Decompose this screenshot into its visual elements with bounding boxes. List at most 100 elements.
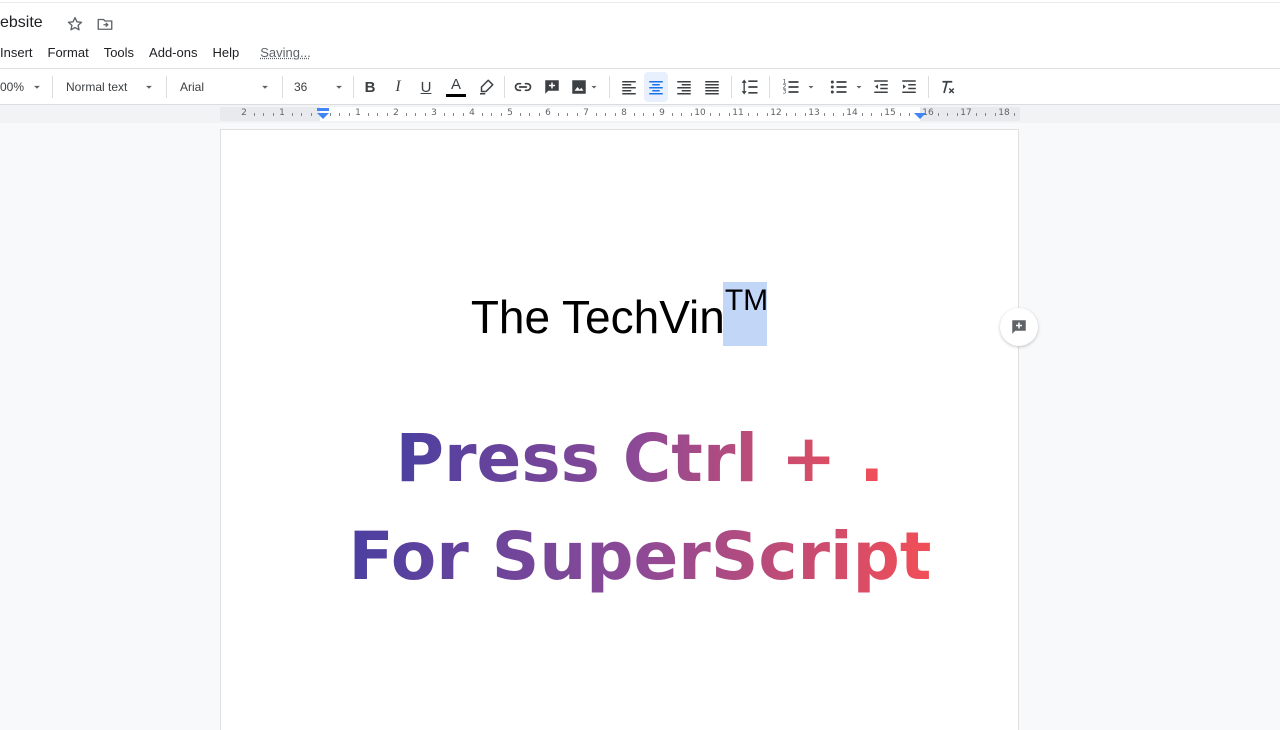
caption-text-1: Press Ctrl + .	[395, 420, 885, 497]
toolbar-separator	[609, 76, 610, 98]
indent-marker-icon[interactable]	[316, 108, 330, 122]
ruler-tick	[899, 113, 901, 116]
ruler-tick	[937, 113, 939, 116]
chevron-down-icon	[856, 86, 862, 89]
bold-button[interactable]: B	[360, 72, 380, 102]
menu-help[interactable]: Help	[212, 45, 239, 60]
ruler-tick	[985, 113, 986, 116]
justify-icon[interactable]	[701, 72, 723, 102]
ruler-tick	[709, 113, 711, 116]
ruler-tick	[272, 113, 274, 116]
ruler-tick	[538, 113, 540, 116]
ruler-left-margin	[220, 107, 320, 121]
saving-status[interactable]: Saving...	[260, 45, 311, 60]
ruler-tick	[681, 113, 682, 116]
ruler-tick	[633, 113, 635, 116]
increase-indent-icon[interactable]	[898, 72, 920, 102]
ruler-tick	[491, 113, 492, 116]
menu-add-ons[interactable]: Add-ons	[149, 45, 197, 60]
star-icon[interactable]	[66, 15, 84, 33]
paragraph-style-value: Normal text	[66, 80, 128, 94]
ruler-tick	[415, 113, 416, 116]
align-center-icon[interactable]	[644, 72, 668, 102]
zoom-value: 00%	[0, 80, 25, 94]
menu-tools[interactable]: Tools	[104, 45, 134, 60]
ruler-tick	[861, 113, 863, 116]
ruler-tick	[310, 113, 312, 116]
line-spacing-icon[interactable]	[738, 72, 762, 102]
right-indent-marker-icon[interactable]	[913, 108, 927, 122]
ruler-number: 8	[621, 108, 627, 118]
link-icon[interactable]	[512, 72, 534, 102]
ruler-tick	[529, 113, 530, 116]
clear-formatting-icon[interactable]	[936, 72, 958, 102]
ruler-tick	[500, 113, 502, 116]
menu-bar: Insert Format Tools Add-ons Help Saving.…	[0, 42, 311, 62]
ruler-tick	[728, 113, 730, 116]
chevron-down-icon	[146, 85, 152, 89]
ruler-number: 6	[545, 108, 551, 118]
toolbar-separator	[928, 76, 929, 98]
ruler-tick	[443, 113, 445, 116]
toolbar-separator	[504, 76, 505, 98]
ruler-tick	[386, 113, 388, 116]
paragraph-style-select[interactable]: Normal text	[60, 72, 166, 102]
ruler-tick	[766, 113, 768, 116]
ruler-tick	[757, 113, 758, 116]
ruler-tick	[253, 113, 255, 116]
add-comment-button[interactable]	[1000, 308, 1038, 346]
ruler-tick	[557, 113, 559, 116]
bulleted-list-icon[interactable]	[826, 72, 868, 102]
ruler-tick	[956, 113, 958, 116]
ruler-tick	[519, 113, 521, 116]
document-heading[interactable]: The TechVin TM	[221, 282, 1018, 346]
menu-format[interactable]: Format	[48, 45, 89, 60]
toolbar-separator	[52, 76, 53, 98]
highlight-icon[interactable]	[476, 72, 496, 102]
font-size-select[interactable]: 36	[290, 72, 352, 102]
italic-button[interactable]: I	[388, 72, 408, 102]
image-icon[interactable]	[568, 72, 602, 102]
ruler-tick	[833, 113, 834, 116]
ruler-number: 17	[960, 108, 972, 118]
ruler-tick	[795, 113, 796, 116]
add-comment-icon[interactable]	[541, 72, 563, 102]
ruler-number: 5	[507, 108, 513, 118]
ruler-tick	[339, 113, 340, 116]
ruler-tick	[671, 113, 673, 116]
chevron-down-icon	[262, 85, 268, 89]
align-left-icon[interactable]	[618, 72, 640, 102]
ruler-number: 12	[770, 108, 782, 118]
toolbar-divider	[0, 68, 1280, 69]
font-size-value: 36	[294, 80, 308, 94]
align-right-icon[interactable]	[673, 72, 695, 102]
ruler-number: 13	[808, 108, 820, 118]
zoom-select[interactable]: 00%	[0, 72, 44, 102]
ruler-number: 3	[431, 108, 437, 118]
caption-line-1: Press Ctrl + .	[0, 420, 1280, 497]
ruler-tick	[804, 113, 806, 116]
toolbar-separator	[731, 76, 732, 98]
numbered-list-icon[interactable]: 123	[778, 72, 820, 102]
decrease-indent-icon[interactable]	[870, 72, 892, 102]
ruler-tick	[348, 113, 350, 116]
document-title[interactable]: ebsite	[0, 14, 43, 32]
horizontal-ruler[interactable]: 2 1 1 2 3 4 5 6 7 8 9 10 11 12 13 14 15 16 17 18	[220, 107, 1020, 121]
ruler-number: 18	[998, 108, 1010, 118]
selected-superscript[interactable]: TM	[722, 282, 768, 346]
ruler-tick	[871, 113, 872, 116]
ruler-number: 15	[884, 108, 896, 118]
caption-line-2: For SuperScript	[0, 518, 1280, 595]
font-select[interactable]: Arial	[176, 72, 280, 102]
text-color-button[interactable]: A	[444, 72, 468, 102]
underline-button[interactable]: U	[416, 72, 436, 102]
ruler-tick	[567, 113, 568, 116]
ruler-tick	[785, 113, 787, 116]
chevron-down-icon	[34, 85, 40, 89]
ruler-tick	[367, 113, 369, 116]
ruler-tick	[1013, 113, 1015, 116]
menu-insert[interactable]: Insert	[0, 45, 33, 60]
move-to-folder-icon[interactable]	[96, 15, 114, 33]
ruler-number: 2	[241, 108, 247, 118]
chevron-down-icon	[808, 86, 814, 89]
